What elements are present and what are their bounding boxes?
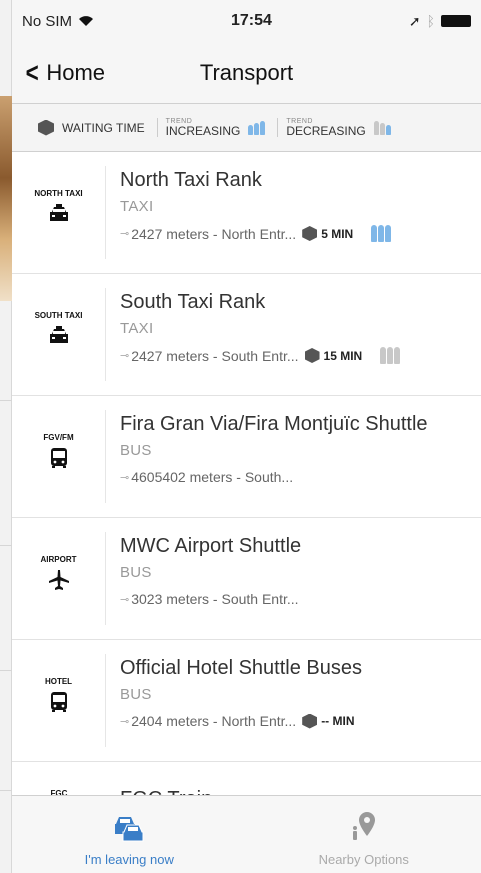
increasing-label: INCREASING: [165, 124, 241, 138]
wait-time: 15 MIN: [323, 348, 363, 363]
waiting-time-icon: [304, 348, 320, 363]
row-type: TAXI: [120, 320, 154, 337]
bus-icon: [50, 692, 67, 713]
list-item[interactable]: HOTEL Official Hotel Shuttle Buses BUS ⊸…: [12, 640, 481, 762]
battery-icon: [440, 15, 471, 27]
divider: [0, 670, 12, 671]
cars-icon: [115, 817, 144, 842]
key-icon: ⊸: [120, 228, 130, 240]
row-name: South Taxi Rank: [120, 291, 266, 313]
tab-bar: I'm leaving now Nearby Options: [12, 795, 481, 873]
tab-label: I'm leaving now: [84, 852, 174, 867]
key-icon: ⊸: [120, 715, 130, 728]
wait-time: -- MIN: [321, 714, 355, 728]
decreasing-label: DECREASING: [286, 124, 366, 138]
row-code: AIRPORT: [40, 555, 77, 564]
row-type: BUS: [120, 686, 152, 703]
row-type: BUS: [120, 564, 152, 581]
row-code: SOUTH TAXI: [34, 311, 83, 320]
trend-increasing-icon: [371, 225, 392, 242]
waiting-time-label: WAITING TIME: [62, 120, 145, 135]
row-type: TAXI: [120, 198, 154, 215]
row-name: Fira Gran Via/Fira Montjuïc Shuttle: [120, 413, 428, 435]
list-item[interactable]: FGV/FM Fira Gran Via/Fira Montjuïc Shutt…: [12, 396, 481, 518]
divider: [0, 400, 12, 401]
trend-decreasing-icon: [380, 347, 401, 364]
taxi-icon: [49, 326, 68, 344]
divider: [0, 545, 12, 546]
list-item[interactable]: SOUTH TAXI South Taxi Rank TAXI ⊸ 2427 m…: [12, 274, 481, 396]
transport-list: NORTH TAXI North Taxi Rank TAXI ⊸ 2427 m…: [12, 152, 481, 802]
row-distance: 2427 meters - North Entr...: [131, 225, 297, 242]
increasing-people-icon: [248, 120, 266, 135]
carrier-label: No SIM: [22, 12, 73, 30]
row-distance: 2404 meters - North Entr...: [131, 713, 297, 729]
waiting-time-icon: [38, 119, 54, 136]
divider: [0, 790, 12, 791]
transport-screen: No SIM 17:54 ➚ ᛒ < Home Transport WAITIN…: [12, 0, 481, 873]
key-icon: ⊸: [120, 593, 130, 606]
list-item[interactable]: NORTH TAXI North Taxi Rank TAXI ⊸ 2427 m…: [12, 152, 481, 274]
airplane-icon: [48, 570, 69, 591]
background-photo: [0, 96, 12, 301]
row-name: Official Hotel Shuttle Buses: [120, 657, 362, 679]
wifi-icon: [78, 15, 94, 27]
legend-strip: WAITING TIME TREND INCREASING TREND DECR…: [12, 104, 481, 152]
row-name: MWC Airport Shuttle: [120, 535, 302, 557]
row-code: HOTEL: [44, 677, 73, 686]
key-icon: ⊸: [120, 471, 130, 484]
location-arrow-icon: ➚: [408, 12, 421, 29]
row-distance: 4605402 meters - South...: [131, 469, 294, 485]
status-bar: No SIM 17:54 ➚ ᛒ: [12, 0, 481, 42]
back-label: Home: [46, 59, 106, 85]
tab-leaving-now[interactable]: I'm leaving now: [12, 796, 247, 873]
bus-icon: [50, 448, 67, 469]
background-card: [0, 0, 12, 873]
status-time: 17:54: [230, 12, 272, 29]
bluetooth-icon: ᛒ: [426, 13, 435, 29]
row-distance: 2427 meters - South Entr...: [131, 347, 299, 364]
tab-nearby-options[interactable]: Nearby Options: [247, 796, 481, 873]
key-icon: ⊸: [120, 350, 130, 362]
decreasing-people-icon: [373, 120, 391, 135]
wait-time: 5 MIN: [321, 226, 354, 241]
row-type: BUS: [120, 442, 152, 459]
waiting-time-icon: [302, 713, 318, 729]
taxi-icon: [49, 204, 68, 222]
back-button[interactable]: < Home: [12, 56, 106, 88]
row-code: FGV/FM: [43, 433, 74, 442]
row-code: NORTH TAXI: [34, 189, 83, 198]
list-item[interactable]: AIRPORT MWC Airport Shuttle BUS ⊸ 3023 m…: [12, 518, 481, 640]
waiting-time-icon: [302, 226, 318, 241]
row-name: North Taxi Rank: [120, 169, 262, 191]
location-pin-icon: [352, 812, 375, 840]
row-distance: 3023 meters - South Entr...: [131, 591, 299, 607]
nav-bar: < Home Transport: [12, 42, 481, 104]
chevron-left-icon: <: [25, 56, 39, 88]
tab-label: Nearby Options: [318, 852, 409, 867]
